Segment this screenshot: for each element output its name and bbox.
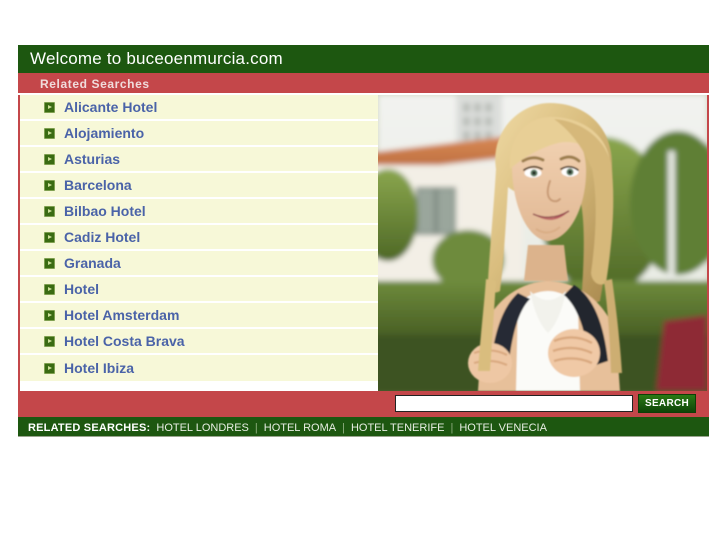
arrow-bullet-icon bbox=[44, 257, 55, 269]
related-link-row[interactable]: Cadiz Hotel bbox=[20, 225, 378, 251]
arrow-bullet-icon bbox=[44, 179, 55, 191]
arrow-bullet-icon bbox=[44, 127, 55, 139]
related-link-label[interactable]: Alojamiento bbox=[64, 125, 144, 141]
page-container: Welcome to buceoenmurcia.com Related Sea… bbox=[18, 45, 709, 437]
search-bar: SEARCH bbox=[18, 391, 709, 417]
related-link-row[interactable]: Alojamiento bbox=[20, 121, 378, 147]
related-link-label[interactable]: Asturias bbox=[64, 151, 120, 167]
related-link-row[interactable]: Bilbao Hotel bbox=[20, 199, 378, 225]
content-area: Alicante Hotel Alojamiento Asturias Barcelo… bbox=[18, 95, 709, 391]
related-link-row[interactable]: Hotel Ibiza bbox=[20, 355, 378, 381]
hero-photo bbox=[378, 95, 707, 391]
related-link-row[interactable]: Hotel Costa Brava bbox=[20, 329, 378, 355]
footer-link[interactable]: HOTEL LONDRES bbox=[150, 422, 255, 434]
arrow-bullet-icon bbox=[44, 153, 55, 165]
related-link-label[interactable]: Granada bbox=[64, 255, 121, 271]
related-link-row[interactable]: Hotel bbox=[20, 277, 378, 303]
footer-link[interactable]: HOTEL TENERIFE bbox=[345, 422, 451, 434]
related-link-row[interactable]: Hotel Amsterdam bbox=[20, 303, 378, 329]
related-link-label[interactable]: Cadiz Hotel bbox=[64, 229, 140, 245]
related-link-label[interactable]: Alicante Hotel bbox=[64, 99, 157, 115]
related-link-label[interactable]: Hotel bbox=[64, 281, 99, 297]
related-link-label[interactable]: Hotel Ibiza bbox=[64, 360, 134, 376]
related-link-row[interactable]: Alicante Hotel bbox=[20, 95, 378, 121]
page-title: Welcome to buceoenmurcia.com bbox=[30, 49, 283, 68]
arrow-bullet-icon bbox=[44, 231, 55, 243]
search-button[interactable]: SEARCH bbox=[638, 394, 696, 413]
related-link-row[interactable]: Granada bbox=[20, 251, 378, 277]
search-input[interactable] bbox=[395, 395, 633, 412]
related-searches-bar: Related Searches bbox=[18, 73, 709, 95]
related-links-list: Alicante Hotel Alojamiento Asturias Barcelo… bbox=[20, 95, 378, 391]
related-link-row[interactable]: Barcelona bbox=[20, 173, 378, 199]
hero-photo-image bbox=[378, 95, 707, 391]
footer-link[interactable]: HOTEL ROMA bbox=[258, 422, 342, 434]
arrow-bullet-icon bbox=[44, 335, 55, 347]
site-header: Welcome to buceoenmurcia.com bbox=[18, 45, 709, 73]
related-link-label[interactable]: Hotel Costa Brava bbox=[64, 333, 185, 349]
arrow-bullet-icon bbox=[44, 283, 55, 295]
related-link-label[interactable]: Barcelona bbox=[64, 177, 132, 193]
related-link-label[interactable]: Hotel Amsterdam bbox=[64, 307, 179, 323]
related-link-row[interactable]: Asturias bbox=[20, 147, 378, 173]
footer-related-searches: RELATED SEARCHES: HOTEL LONDRES | HOTEL ROM… bbox=[18, 417, 709, 437]
arrow-bullet-icon bbox=[44, 205, 55, 217]
arrow-bullet-icon bbox=[44, 101, 55, 113]
footer-label: RELATED SEARCHES: bbox=[28, 422, 151, 434]
arrow-bullet-icon bbox=[44, 362, 55, 374]
related-searches-label: Related Searches bbox=[40, 77, 150, 91]
related-link-label[interactable]: Bilbao Hotel bbox=[64, 203, 146, 219]
arrow-bullet-icon bbox=[44, 309, 55, 321]
footer-link[interactable]: HOTEL VENECIA bbox=[453, 422, 553, 434]
